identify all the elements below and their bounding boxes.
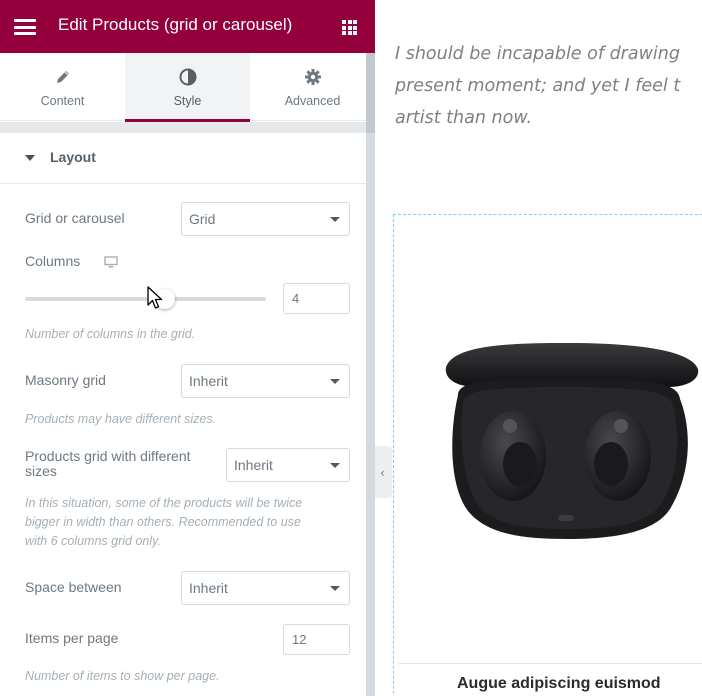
- page-preview: I should be incapable of drawing present…: [375, 0, 702, 696]
- masonry-grid-select[interactable]: Inherit: [181, 364, 350, 398]
- tab-content-label: Content: [40, 94, 85, 108]
- panel-collapse-toggle[interactable]: ‹: [375, 446, 392, 498]
- products-grid-label-line1: Products grid with different: [25, 448, 191, 464]
- grid-or-carousel-value: Grid: [189, 211, 216, 227]
- panel-title: Edit Products (grid or carousel): [58, 15, 293, 34]
- grid-or-carousel-select[interactable]: Grid: [181, 202, 350, 236]
- hamburger-menu-icon[interactable]: [14, 19, 36, 35]
- columns-label: Columns: [25, 253, 81, 269]
- items-per-page-value: 12: [292, 632, 307, 647]
- tab-style-label: Style: [173, 94, 202, 108]
- dropdown-arrow-icon: [330, 463, 340, 468]
- preview-quote: I should be incapable of drawing present…: [395, 38, 702, 134]
- caret-down-icon: [25, 155, 35, 161]
- products-grid-label-line2: sizes: [25, 463, 57, 479]
- section-separator: [0, 122, 366, 133]
- desktop-monitor-icon[interactable]: [104, 256, 118, 268]
- pencil-icon: [56, 71, 69, 83]
- dropdown-arrow-icon: [330, 217, 340, 222]
- tab-advanced-label: Advanced: [284, 94, 341, 108]
- product-title[interactable]: Augue adipiscing euismod: [457, 675, 661, 693]
- dropdown-arrow-icon: [330, 586, 340, 591]
- mouse-pointer-icon: [147, 286, 163, 309]
- items-per-page-description: Number of items to show per page.: [25, 669, 220, 683]
- description-line: bigger in width than others. Recommended…: [25, 515, 301, 529]
- masonry-grid-value: Inherit: [189, 373, 228, 389]
- grid-or-carousel-label: Grid or carousel: [25, 210, 125, 226]
- panel-header: Edit Products (grid or carousel): [0, 0, 375, 53]
- quote-line: present moment; and yet I feel t: [395, 76, 681, 96]
- columns-description: Number of columns in the grid.: [25, 327, 196, 341]
- products-grid-different-sizes-description: In this situation, some of the products …: [25, 494, 345, 551]
- space-between-value: Inherit: [189, 580, 228, 596]
- grid-apps-icon[interactable]: [342, 20, 357, 35]
- masonry-grid-label: Masonry grid: [25, 372, 106, 388]
- items-per-page-label: Items per page: [25, 630, 119, 646]
- products-grid-different-sizes-select[interactable]: Inherit: [226, 448, 350, 482]
- editor-panel: Edit Products (grid or carousel) Content…: [0, 0, 375, 696]
- description-line: with 6 columns grid only.: [25, 534, 161, 548]
- description-line: In this situation, some of the products …: [25, 496, 303, 510]
- columns-slider[interactable]: [25, 288, 266, 309]
- products-grid-different-sizes-value: Inherit: [234, 457, 273, 473]
- panel-tabs: Content Style Advanced: [0, 53, 375, 122]
- section-layout-header[interactable]: Layout: [0, 133, 366, 184]
- columns-value: 4: [292, 291, 300, 306]
- space-between-label: Space between: [25, 579, 122, 595]
- earbuds-illustration: [445, 343, 699, 539]
- wireless-earbuds-case-image[interactable]: [398, 219, 702, 664]
- gear-icon: [304, 69, 321, 85]
- tab-content[interactable]: Content: [0, 53, 125, 121]
- dropdown-arrow-icon: [330, 379, 340, 384]
- products-grid-different-sizes-label: Products grid with different sizes: [25, 449, 191, 479]
- quote-line: I should be incapable of drawing: [395, 44, 680, 64]
- tab-advanced[interactable]: Advanced: [250, 53, 375, 121]
- masonry-grid-description: Products may have different sizes.: [25, 412, 217, 426]
- columns-number-input[interactable]: 4: [283, 283, 350, 314]
- scrollbar-thumb[interactable]: [366, 53, 375, 133]
- chevron-left-icon: ‹: [380, 466, 385, 480]
- product-card[interactable]: [393, 214, 702, 696]
- panel-scrollbar[interactable]: [366, 53, 375, 696]
- layout-controls: Grid or carousel Grid Columns 4 Number o…: [0, 184, 366, 696]
- slider-track: [25, 297, 266, 301]
- space-between-select[interactable]: Inherit: [181, 571, 350, 605]
- contrast-circle-icon: [179, 68, 196, 86]
- tab-style[interactable]: Style: [125, 53, 250, 122]
- items-per-page-input[interactable]: 12: [283, 624, 350, 655]
- quote-line: artist than now.: [395, 108, 533, 128]
- section-layout-title: Layout: [50, 149, 96, 165]
